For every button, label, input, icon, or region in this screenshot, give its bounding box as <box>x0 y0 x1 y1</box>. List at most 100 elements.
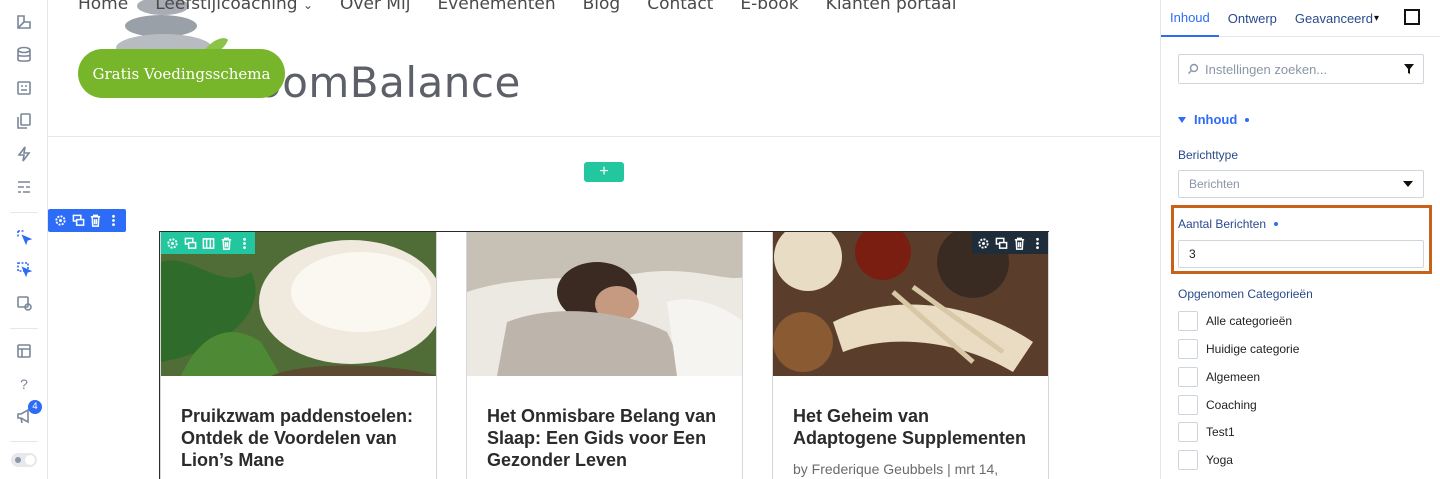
preview-icon[interactable] <box>14 293 34 313</box>
category-checkbox[interactable]: Test1 <box>1178 422 1235 442</box>
post-title[interactable]: Pruikzwam paddenstoelen: Ontdek de Voord… <box>181 405 421 471</box>
category-checkbox[interactable]: Alle categorieën <box>1178 311 1292 331</box>
category-checkbox[interactable]: Algemeen <box>1178 367 1260 387</box>
notification-badge: 4 <box>28 400 42 414</box>
nav-ebook[interactable]: E-book <box>740 0 798 14</box>
section-title: Inhoud <box>1194 112 1238 127</box>
section-toggle-inhoud[interactable]: Inhoud <box>1178 112 1250 127</box>
sun-icon <box>15 457 21 463</box>
checkbox[interactable] <box>1178 339 1198 359</box>
rail-divider <box>10 441 38 442</box>
toggle-knob <box>25 455 35 465</box>
rail-divider <box>10 328 38 329</box>
section-toolbar <box>48 209 126 232</box>
form-icon[interactable] <box>14 78 34 98</box>
nav-over-mij[interactable]: Over Mij <box>340 0 410 14</box>
label-text: Berichttype <box>1178 148 1239 162</box>
select-value: Berichten <box>1189 177 1240 191</box>
checkbox-label: Yoga <box>1206 453 1233 467</box>
more-icon[interactable] <box>237 236 251 250</box>
site-logo-text[interactable]: oomBalance <box>256 58 521 107</box>
duplicate-icon[interactable] <box>183 236 197 250</box>
layout-icon[interactable] <box>14 12 34 32</box>
trash-icon[interactable] <box>1012 236 1026 250</box>
more-icon[interactable] <box>1030 236 1044 250</box>
gear-icon[interactable] <box>976 236 990 250</box>
modified-dot <box>1274 222 1279 226</box>
more-icon[interactable] <box>106 214 120 228</box>
module-toolbar <box>972 232 1048 254</box>
columns-icon[interactable] <box>201 236 215 250</box>
rail-divider <box>10 212 38 213</box>
trash-icon[interactable] <box>219 236 233 250</box>
category-checkbox[interactable]: Huidige categorie <box>1178 339 1299 359</box>
main-nav: Home Leefstijlcoaching ⌄ Over Mij Evenem… <box>78 0 956 14</box>
checkbox-label: Huidige categorie <box>1206 342 1300 356</box>
nav-contact[interactable]: Contact <box>647 0 713 14</box>
category-checkbox[interactable]: Yoga <box>1178 450 1233 470</box>
chevron-down-icon: ⌄ <box>302 0 314 12</box>
trash-icon[interactable] <box>89 214 103 228</box>
tab-ontwerp[interactable]: Ontwerp <box>1219 0 1286 37</box>
triangle-down-icon <box>1178 116 1186 123</box>
tab-label: Geavanceerd <box>1294 10 1373 26</box>
caret-down-icon <box>1403 181 1413 187</box>
nav-home[interactable]: Home <box>78 0 128 14</box>
blog-module[interactable]: Pruikzwam paddenstoelen: Ontdek de Voord… <box>159 231 1049 479</box>
help-icon[interactable]: ? <box>14 374 34 394</box>
checkbox[interactable] <box>1178 422 1198 442</box>
add-section-button[interactable]: + <box>584 162 624 182</box>
cta-button[interactable]: Gratis Voedingsschema <box>78 49 285 98</box>
settings-search-input[interactable]: Instellingen zoeken... <box>1178 54 1424 84</box>
nav-klanten-portaal[interactable]: Klanten portaal <box>826 0 957 14</box>
post-title[interactable]: Het Geheim van Adaptogene Supplementen <box>793 405 1033 449</box>
checkbox-label: Alle categorieën <box>1206 314 1293 328</box>
post-card[interactable]: Pruikzwam paddenstoelen: Ontdek de Voord… <box>160 232 437 479</box>
post-count-label: Aantal Berichten <box>1178 217 1279 231</box>
nav-evenementen[interactable]: Evenementen <box>437 0 555 14</box>
rows-icon[interactable] <box>14 177 34 197</box>
nav-leefstijlcoaching[interactable]: Leefstijlcoaching ⌄ <box>155 0 313 14</box>
tab-inhoud[interactable]: Inhoud <box>1161 0 1219 37</box>
checkbox-label: Test1 <box>1206 425 1235 439</box>
database-icon[interactable] <box>14 45 34 65</box>
category-checkbox[interactable]: Coaching <box>1178 395 1257 415</box>
gear-icon[interactable] <box>165 236 179 250</box>
settings-tabs: Inhoud Ontwerp Geavanceerd ▾ <box>1161 0 1440 37</box>
pages-icon[interactable] <box>14 111 34 131</box>
post-card[interactable]: Het Onmisbare Belang van Slaap: Een Gids… <box>466 232 743 479</box>
filter-icon[interactable] <box>1403 63 1415 75</box>
categories-label: Opgenomen Categorieën <box>1178 287 1313 301</box>
checkbox[interactable] <box>1178 395 1198 415</box>
post-card[interactable]: Het Geheim van Adaptogene Supplementen b… <box>772 232 1049 479</box>
gear-icon[interactable] <box>54 214 68 228</box>
post-image[interactable] <box>467 232 742 376</box>
checkbox[interactable] <box>1178 311 1198 331</box>
nav-label: Leefstijlcoaching <box>155 0 298 14</box>
post-type-label: Berichttype <box>1178 148 1238 162</box>
label-text: Opgenomen Categorieën <box>1178 287 1313 301</box>
checkbox-label: Coaching <box>1206 398 1257 412</box>
duplicate-icon[interactable] <box>71 214 85 228</box>
tab-geavanceerd[interactable]: Geavanceerd ▾ <box>1286 0 1388 37</box>
layers-icon[interactable] <box>14 341 34 361</box>
search-placeholder: Instellingen zoeken... <box>1205 61 1328 77</box>
checkbox-label: Algemeen <box>1206 370 1261 384</box>
expand-panel-icon[interactable] <box>1404 9 1420 25</box>
theme-toggle[interactable] <box>11 453 37 467</box>
post-type-select[interactable]: Berichten <box>1178 170 1424 198</box>
module-toolbar <box>161 232 255 254</box>
select-element-icon[interactable] <box>14 259 34 279</box>
checkbox[interactable] <box>1178 450 1198 470</box>
post-count-input[interactable]: 3 <box>1178 240 1424 268</box>
post-title[interactable]: Het Onmisbare Belang van Slaap: Een Gids… <box>487 405 727 471</box>
duplicate-icon[interactable] <box>994 236 1008 250</box>
checkbox[interactable] <box>1178 367 1198 387</box>
select-parent-icon[interactable] <box>14 227 34 247</box>
post-meta: by Frederique Geubbels | mrt 14, <box>793 461 999 477</box>
header-divider <box>48 136 1160 137</box>
lightning-icon[interactable] <box>14 144 34 164</box>
modified-dot <box>1245 117 1250 122</box>
nav-blog[interactable]: Blog <box>583 0 621 14</box>
left-toolbar: ? 4 <box>0 0 48 479</box>
